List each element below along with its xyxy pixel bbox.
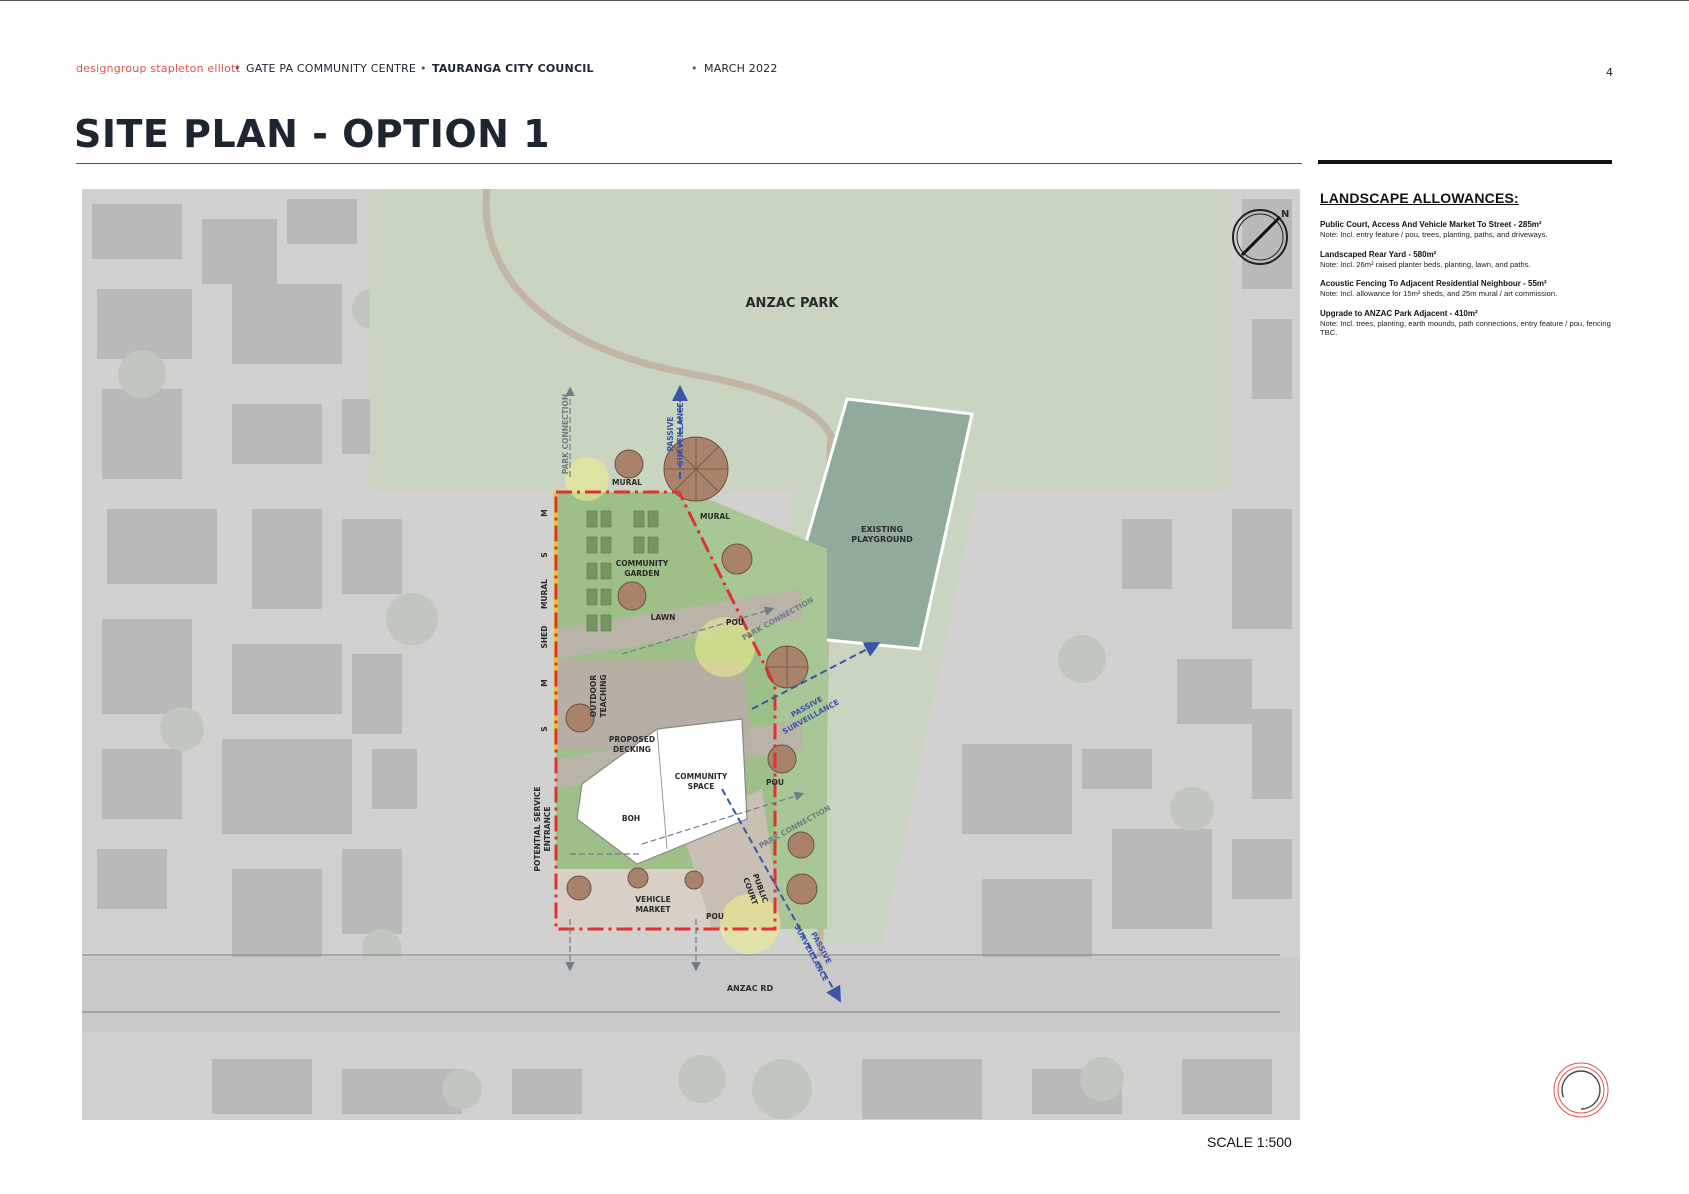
- boh-label: BOH: [622, 814, 640, 823]
- landscape-allowances: LANDSCAPE ALLOWANCES: Public Court, Acce…: [1320, 190, 1620, 348]
- allowance-note: Note: Incl. entry feature / pou, trees, …: [1320, 230, 1548, 239]
- title-divider: [76, 163, 1302, 164]
- fence-m-1: M: [540, 509, 549, 516]
- allowance-item: Upgrade to ANZAC Park Adjacent - 410m² N…: [1320, 309, 1620, 338]
- bullet: •: [420, 62, 427, 75]
- site-plan: ANZAC RD EXISTING PLAYGROUND ANZAC PARK …: [82, 189, 1300, 1120]
- community-garden-label-1: COMMUNITY: [616, 559, 669, 568]
- community-space-label-2: SPACE: [688, 782, 715, 791]
- proposed-decking-label-1: PROPOSED: [609, 735, 655, 744]
- anzac-park-label: ANZAC PARK: [746, 296, 840, 311]
- pou-label-2: POU: [766, 778, 784, 787]
- site-plan-drawing: ANZAC RD EXISTING PLAYGROUND ANZAC PARK …: [82, 189, 1300, 1120]
- park-connection-label-1: PARK CONNECTION: [561, 394, 570, 474]
- landscape-heading: LANDSCAPE ALLOWANCES:: [1320, 190, 1519, 206]
- fence-s-2: S: [540, 726, 549, 731]
- potential-service-label-1: POTENTIAL SERVICE: [533, 786, 542, 871]
- passive-surveillance-label-2: SURVEILLANCE: [676, 402, 685, 465]
- scale-label: SCALE 1:500: [1207, 1134, 1292, 1150]
- brand-name: designgroup stapleton elliott: [76, 62, 241, 75]
- top-border: [0, 0, 1689, 1]
- client-name: TAURANGA CITY COUNCIL: [432, 62, 594, 75]
- anzac-road: [82, 957, 1300, 1032]
- allowance-item: Public Court, Access And Vehicle Market …: [1320, 220, 1620, 240]
- mural-label: MURAL: [612, 478, 642, 487]
- fence-shed: SHED: [540, 625, 549, 648]
- outdoor-teaching-label-2: TEACHING: [599, 674, 608, 717]
- allowance-note: Note: Incl. trees, planting, earth mound…: [1320, 318, 1611, 338]
- fence-s-1: S: [540, 552, 549, 557]
- vehicle-market-label-2: MARKET: [635, 905, 671, 914]
- mural-label-2: MURAL: [700, 512, 730, 521]
- potential-service-label-2: ENTRANCE: [543, 807, 552, 852]
- playground-label-2: PLAYGROUND: [851, 535, 913, 544]
- allowance-title: Public Court, Access And Vehicle Market …: [1320, 220, 1542, 229]
- vehicle-market-label-1: VEHICLE: [635, 895, 670, 904]
- outdoor-teaching-label-1: OUTDOOR: [589, 675, 598, 718]
- community-garden-label-2: GARDEN: [624, 569, 659, 578]
- allowance-note: Note: Incl. allowance for 15m² sheds, an…: [1320, 289, 1558, 298]
- allowance-note: Note: Incl. 26m² raised planter beds, pl…: [1320, 259, 1531, 269]
- lawn-label: LAWN: [651, 613, 676, 622]
- pou-label-3: POU: [706, 912, 724, 921]
- page-number: 4: [1606, 66, 1613, 79]
- fence-m-2: M: [540, 679, 549, 686]
- fence-mural: MURAL: [540, 579, 549, 609]
- date: MARCH 2022: [704, 62, 778, 75]
- project-name: GATE PA COMMUNITY CENTRE: [246, 62, 417, 75]
- page-title: SITE PLAN - OPTION 1: [74, 112, 551, 156]
- bullet: •: [691, 62, 698, 75]
- playground-label-1: EXISTING: [861, 525, 903, 534]
- passive-surveillance-label-1: PASSIVE: [666, 417, 675, 452]
- brand-logo-icon: [1553, 1062, 1609, 1118]
- north-label: N: [1281, 209, 1289, 220]
- anzac-rd-label: ANZAC RD: [727, 984, 774, 993]
- allowance-title: Upgrade to ANZAC Park Adjacent - 410m²: [1320, 308, 1478, 318]
- community-space-label-1: COMMUNITY: [675, 772, 728, 781]
- allowance-title: Acoustic Fencing To Adjacent Residential…: [1320, 279, 1547, 288]
- allowance-item: Acoustic Fencing To Adjacent Residential…: [1320, 279, 1620, 299]
- allowance-title: Landscaped Rear Yard - 580m²: [1320, 249, 1437, 259]
- proposed-decking-label-2: DECKING: [613, 745, 651, 754]
- allowance-item: Landscaped Rear Yard - 580m² Note: Incl.…: [1320, 250, 1620, 270]
- bullet: •: [234, 62, 241, 75]
- pou-label-1: POU: [726, 618, 744, 627]
- side-divider: [1318, 160, 1612, 164]
